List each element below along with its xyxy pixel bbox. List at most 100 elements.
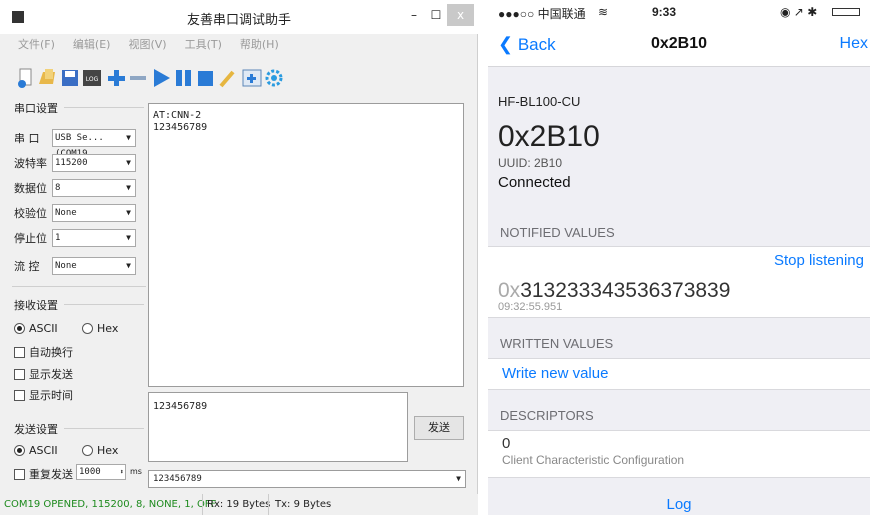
checkbox-box [14,368,25,380]
send-button[interactable]: 发送 [414,416,464,440]
port-label: 串 口 [14,132,40,145]
recv-hex-radio[interactable]: Hex [82,322,118,335]
gear-icon[interactable] [263,66,285,90]
send-hex-label: Hex [97,444,119,457]
repeat-unit: ms [130,467,142,476]
divider [12,286,146,287]
show-time-label: 显示时间 [29,389,73,402]
nav-bar: ❮ Back 0x2B10 Hex [488,24,870,67]
status-bar: COM19 OPENED, 115200, 8, NONE, 1, OFF Rx… [0,494,478,515]
write-new-value-button[interactable]: Write new value [502,365,608,382]
menu-edit[interactable]: 编辑(E) [73,38,111,51]
stopbits-select[interactable]: 1 ▼ [52,229,136,247]
connection-status: Connected [498,174,571,191]
status-icons: ◉ ↗ ✱ [780,5,818,19]
divider [64,428,144,429]
chevron-down-icon: ▼ [126,261,131,270]
notified-values-cell: Stop listening 0x313233343536373839 09:3… [488,246,870,318]
radio-unchecked [82,323,93,334]
value-prefix: 0x [498,279,521,302]
show-time-checkbox[interactable]: 显示时间 [14,387,73,403]
repeat-interval-stepper[interactable]: 1000 ⬍ [76,464,126,480]
receive-line: 123456789 [153,122,208,133]
tx-count: Tx: 9 Bytes [268,494,331,515]
rx-count: Rx: 19 Bytes [202,494,270,515]
battery-icon [832,8,860,16]
chevron-down-icon: ▼ [126,233,131,242]
show-send-checkbox[interactable]: 显示发送 [14,366,73,382]
send-text: 123456789 [153,401,208,412]
flow-value: None [55,261,77,271]
baud-select[interactable]: 115200 ▼ [52,154,136,172]
ios-status-bar: ●●●○○ 中国联通 ≋ 9:33 ◉ ↗ ✱ [488,0,870,24]
menu-tools[interactable]: 工具(T) [185,38,222,51]
send-ascii-radio[interactable]: ASCII [14,444,58,457]
svg-text:LOG: LOG [86,76,99,83]
checkbox-box [14,389,25,401]
radio-checked [14,445,25,456]
clear-brush-icon[interactable] [217,66,239,90]
port-row: 串 口 USB Se...(COM19▼ [14,128,136,159]
stop-listening-button[interactable]: Stop listening [774,252,864,269]
recv-settings-title: 接收设置 [14,299,58,312]
auto-wrap-label: 自动换行 [29,346,73,359]
maximize-button[interactable]: ☐ [427,4,445,26]
minimize-button[interactable]: – [405,4,423,26]
send-hex-radio[interactable]: Hex [82,444,118,457]
repeat-interval-value: 1000 [79,467,101,477]
parity-row: 校验位 None ▼ [14,203,136,223]
play-icon[interactable] [151,66,173,90]
repeat-send-checkbox[interactable]: 重复发送 [14,466,73,482]
remove-icon[interactable] [127,66,149,90]
flow-select[interactable]: None ▼ [52,257,136,275]
hex-button[interactable]: Hex [840,35,868,53]
parity-value: None [55,208,77,218]
checkbox-box [14,468,25,480]
receive-textarea[interactable]: AT:CNN-2 123456789 [148,103,464,387]
clock: 9:33 [652,5,677,19]
databits-value: 8 [55,183,61,193]
radio-unchecked [82,445,93,456]
recv-ascii-label: ASCII [29,322,58,335]
descriptor-cell[interactable]: 0 Client Characteristic Configuration [488,430,870,478]
value-hex: 313233343536373839 [520,279,731,302]
title-bar: 友善串口调试助手 – ☐ x [0,0,478,34]
databits-row: 数据位 8 ▼ [14,178,136,198]
stopbits-label: 停止位 [14,232,47,245]
close-button[interactable]: x [447,4,474,26]
add-window-icon[interactable] [241,66,263,90]
recv-ascii-radio[interactable]: ASCII [14,322,58,335]
log-button[interactable]: Log [488,496,870,513]
send-history-select[interactable]: 123456789 ▼ [148,470,466,488]
spinner-arrows-icon[interactable]: ⬍ [120,465,124,479]
wifi-icon: ≋ [598,5,609,19]
written-header: WRITTEN VALUES [500,336,614,351]
stop-icon[interactable] [195,66,217,90]
port-status: COM19 OPENED, 115200, 8, NONE, 1, OFF [4,499,217,510]
send-textarea[interactable]: 123456789 [148,392,408,462]
chevron-down-icon: ▼ [126,183,131,192]
pause-icon[interactable] [173,66,195,90]
show-send-label: 显示发送 [29,368,73,381]
serial-assistant-window: 友善串口调试助手 – ☐ x 文件(F) 编辑(E) 视图(V) 工具(T) 帮助(H)… [0,0,478,515]
chevron-down-icon: ▼ [126,133,131,142]
add-icon[interactable] [105,66,127,90]
ios-screen: ●●●○○ 中国联通 ≋ 9:33 ◉ ↗ ✱ ❮ Back 0x2B10 He… [488,0,870,515]
menu-help[interactable]: 帮助(H) [240,38,279,51]
port-select[interactable]: USB Se...(COM19▼ [52,129,136,159]
menu-bar: 文件(F) 编辑(E) 视图(V) 工具(T) 帮助(H) [0,36,279,56]
databits-select[interactable]: 8 ▼ [52,179,136,197]
open-folder-icon[interactable] [37,66,59,90]
send-settings-title: 发送设置 [14,423,58,436]
log-icon[interactable]: LOG [81,66,103,90]
new-file-icon[interactable] [15,66,37,90]
parity-select[interactable]: None ▼ [52,204,136,222]
value-timestamp: 09:32:55.951 [498,301,563,313]
receive-line: AT:CNN-2 [153,110,202,121]
menu-view[interactable]: 视图(V) [128,38,166,51]
auto-wrap-checkbox[interactable]: 自动换行 [14,344,73,360]
descriptor-name: Client Characteristic Configuration [502,453,685,467]
menu-file[interactable]: 文件(F) [18,38,55,51]
save-icon[interactable] [59,66,81,90]
databits-label: 数据位 [14,182,47,195]
